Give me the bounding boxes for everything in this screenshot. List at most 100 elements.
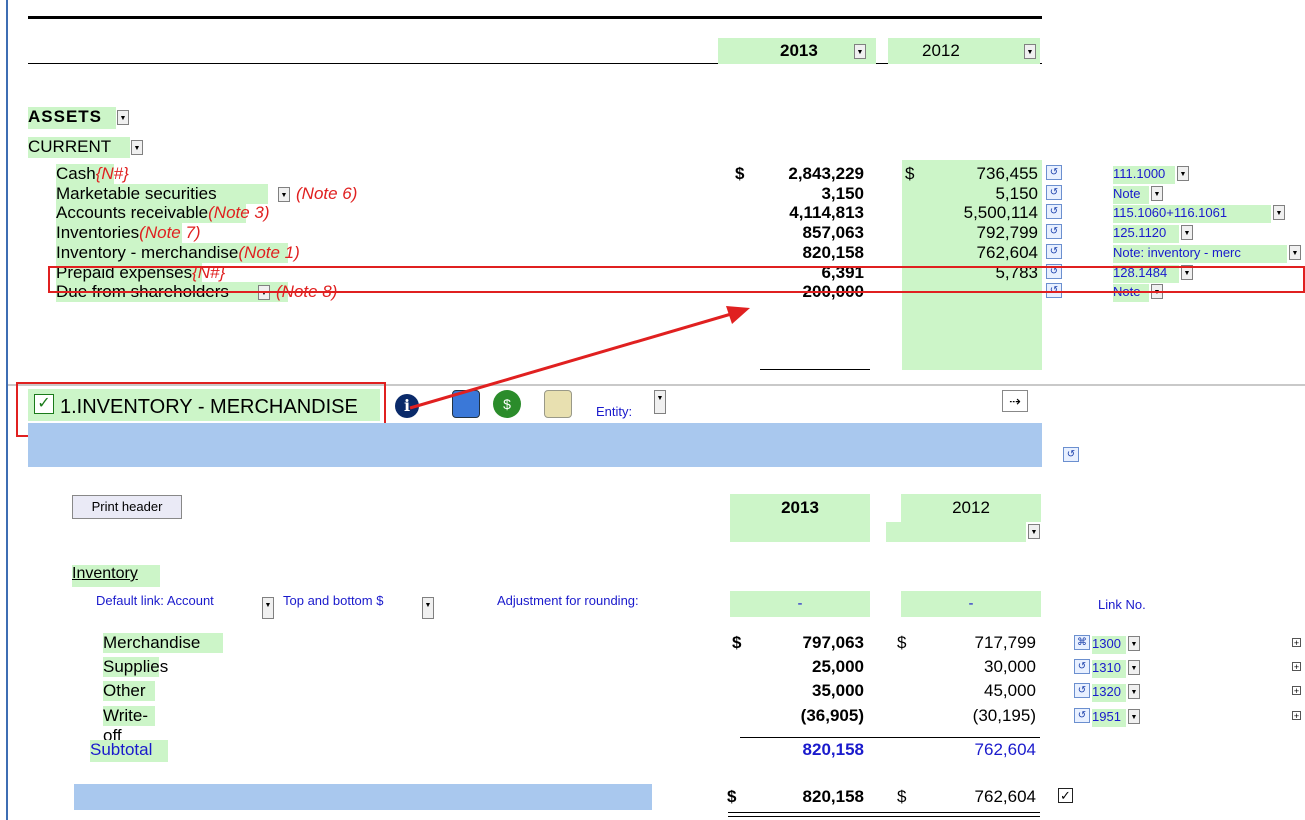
note-value-2012[interactable]: (30,195) xyxy=(900,706,1036,726)
note-link-code[interactable]: 1300 xyxy=(1092,636,1126,654)
asset-value-2012[interactable]: 762,604 xyxy=(902,243,1038,263)
expand-plus-icon[interactable]: + xyxy=(1292,662,1301,672)
note-title: 1.INVENTORY - MERCHANDISE xyxy=(60,396,358,418)
asset-value-2012[interactable]: 5,150 xyxy=(902,184,1038,204)
adjustment-2013[interactable]: - xyxy=(730,591,870,617)
asset-row-label: Inventory - merchandise(Note 1) xyxy=(56,243,300,263)
asset-link-icon[interactable]: ↺ xyxy=(1046,165,1062,180)
asset-link-dropdown[interactable] xyxy=(1177,166,1189,181)
asset-value-2012[interactable]: 792,799 xyxy=(902,223,1038,243)
note-link-code[interactable]: 1310 xyxy=(1092,660,1126,678)
asset-link-code[interactable]: 125.1120 xyxy=(1113,225,1179,243)
asset-value-2013: 820,158 xyxy=(802,243,864,262)
inventory-heading: Inventory xyxy=(72,565,160,587)
note-link-icon[interactable]: ↺ xyxy=(1063,447,1079,462)
note-row-label: Merchandise xyxy=(103,633,223,653)
asset-link-dropdown[interactable] xyxy=(1289,245,1301,260)
note-value-2013[interactable]: 25,000 xyxy=(740,657,864,677)
print-header-button[interactable]: Print header xyxy=(72,495,182,519)
asset-value-2013: 3,150 xyxy=(821,184,864,203)
total-label-band xyxy=(74,784,652,810)
year-2013-dropdown[interactable] xyxy=(854,44,866,59)
asset-link-code[interactable]: 111.1000 xyxy=(1113,166,1175,184)
note-link-dropdown[interactable] xyxy=(1128,684,1140,699)
asset-row-label: Cash{N#} xyxy=(56,164,129,184)
note-row-label: Supplies xyxy=(103,657,169,677)
asset-link-icon[interactable]: ↺ xyxy=(1046,204,1062,219)
total-2012: 762,604 xyxy=(974,787,1036,806)
note-year-2012: 2012 xyxy=(901,494,1041,522)
note-year-dropdown[interactable] xyxy=(1028,524,1040,539)
note-year-2012-sub xyxy=(886,522,1026,542)
asset-value-2012[interactable]: 736,455 xyxy=(902,164,1038,184)
note-blue-band xyxy=(28,423,1042,467)
expand-plus-icon[interactable]: + xyxy=(1292,686,1301,696)
asset-link-dropdown[interactable] xyxy=(1181,225,1193,240)
current-dropdown[interactable] xyxy=(131,140,143,155)
note-link-dropdown[interactable] xyxy=(1128,709,1140,724)
asset-link-icon[interactable]: ↺ xyxy=(1046,244,1062,259)
note-value-2012[interactable]: 717,799 xyxy=(900,633,1036,653)
note-value-2012[interactable]: 45,000 xyxy=(900,681,1036,701)
note-row-label: Other xyxy=(103,681,155,701)
link-no-header: Link No. xyxy=(1098,597,1146,612)
total-2013-currency: $ xyxy=(727,787,737,806)
note-value-2013[interactable]: 797,063 xyxy=(740,633,864,653)
expand-plus-icon[interactable]: + xyxy=(1292,711,1301,721)
total-rule-2 xyxy=(728,816,1040,817)
note-link-dropdown[interactable] xyxy=(1128,636,1140,651)
assets-heading: ASSETS xyxy=(28,107,116,129)
year-2013-header[interactable]: 2013 xyxy=(718,38,876,64)
top-rule xyxy=(28,16,1042,19)
asset-link-dropdown[interactable] xyxy=(1273,205,1285,220)
highlight-row-box xyxy=(48,266,1305,293)
note-link-icon[interactable]: ↺ xyxy=(1074,683,1090,698)
asset-link-code[interactable]: 115.1060+116.1061 xyxy=(1113,205,1271,223)
asset-link-code[interactable]: Note: inventory - merc xyxy=(1113,245,1287,263)
command-link-icon[interactable]: ⌘ xyxy=(1074,635,1090,650)
note-include-checkbox[interactable]: ✓ xyxy=(34,394,54,414)
subtotal-2013: 820,158 xyxy=(802,740,864,759)
note-link-code[interactable]: 1320 xyxy=(1092,684,1126,702)
subtotal-2012: 762,604 xyxy=(974,740,1036,759)
asset-row-dropdown[interactable] xyxy=(278,187,290,202)
total-check-checkbox[interactable]: ✓ xyxy=(1058,788,1073,803)
asset-row-label: Marketable securities xyxy=(56,184,268,204)
asset-link-dropdown[interactable] xyxy=(1151,186,1163,201)
note-value-2012[interactable]: 30,000 xyxy=(900,657,1036,677)
note-rows-rule xyxy=(740,737,1040,738)
current-heading: CURRENT xyxy=(28,137,130,158)
asset-row-label: Accounts receivable(Note 3) xyxy=(56,203,270,223)
asset-link-icon[interactable]: ↺ xyxy=(1046,185,1062,200)
note-value-2013[interactable]: 35,000 xyxy=(740,681,864,701)
asset-value-2012[interactable]: 5,500,114 xyxy=(902,203,1038,223)
note-value-2013[interactable]: (36,905) xyxy=(740,706,864,726)
note-link-icon[interactable]: ↺ xyxy=(1074,708,1090,723)
note-year-2013-sub xyxy=(730,522,870,542)
export-icon[interactable]: ⇢ xyxy=(1002,390,1028,412)
note-link-code[interactable]: 1951 xyxy=(1092,709,1126,727)
total-2013: 820,158 xyxy=(802,787,864,806)
adjustment-2012[interactable]: - xyxy=(901,591,1041,617)
asset-row-note: (Note 6) xyxy=(296,184,358,203)
asset-value-2013: 4,114,813 xyxy=(789,203,864,222)
adjustment-label: Adjustment for rounding: xyxy=(497,593,639,608)
year-2012-header[interactable]: 2012 xyxy=(888,38,1040,64)
total-rule-1 xyxy=(728,812,1040,813)
asset-value-2013: 857,063 xyxy=(802,223,864,242)
assets-total-rule xyxy=(760,369,870,370)
note-link-dropdown[interactable] xyxy=(1128,660,1140,675)
asset-link-code[interactable]: Note xyxy=(1113,186,1149,204)
top-bottom-dropdown[interactable] xyxy=(422,597,434,619)
asset-link-icon[interactable]: ↺ xyxy=(1046,224,1062,239)
year-2012-dropdown[interactable] xyxy=(1024,44,1036,59)
default-link-dropdown[interactable] xyxy=(262,597,274,619)
top-bottom-label: Top and bottom $ xyxy=(283,593,384,608)
note-row-label: Write-off xyxy=(103,706,155,745)
assets-dropdown[interactable] xyxy=(117,110,129,125)
note-year-2013: 2013 xyxy=(730,494,870,522)
subtotal-label: Subtotal xyxy=(90,740,168,762)
note-link-icon[interactable]: ↺ xyxy=(1074,659,1090,674)
expand-plus-icon[interactable]: + xyxy=(1292,638,1301,648)
link-arrow xyxy=(409,306,750,410)
